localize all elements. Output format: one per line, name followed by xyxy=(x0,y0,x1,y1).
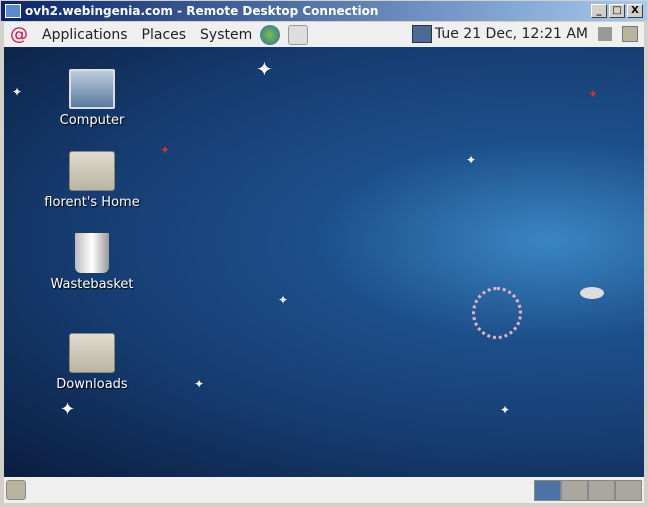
window-titlebar: ovh2.webingenia.com - Remote Desktop Con… xyxy=(0,0,648,22)
maximize-button[interactable]: □ xyxy=(609,4,625,18)
minimize-button[interactable]: _ xyxy=(591,4,607,18)
workspace-3[interactable] xyxy=(588,480,615,501)
menu-applications[interactable]: Applications xyxy=(42,27,128,43)
menu-system[interactable]: System xyxy=(200,27,252,43)
icon-label: Computer xyxy=(59,113,125,128)
web-browser-icon[interactable] xyxy=(260,24,281,45)
mail-client-icon[interactable] xyxy=(288,24,309,45)
trash-icon xyxy=(75,233,109,273)
close-button[interactable]: X xyxy=(627,4,643,18)
desktop-icon-computer[interactable]: Computer xyxy=(42,69,142,128)
remote-desktop-icon xyxy=(5,4,21,18)
icon-label: Wastebasket xyxy=(50,277,134,292)
desktop: ✦ ✦ ✦ ✦ ✦ ✦ ✦ ✦ ✦ Computer florent's Hom… xyxy=(4,47,644,477)
planet-decoration xyxy=(580,287,604,299)
show-desktop-button[interactable] xyxy=(6,480,26,500)
desktop-icon-wastebasket[interactable]: Wastebasket xyxy=(42,233,142,292)
window-title: ovh2.webingenia.com - Remote Desktop Con… xyxy=(25,4,379,18)
menu-places[interactable]: Places xyxy=(142,27,187,43)
clock[interactable]: Tue 21 Dec, 12:21 AM xyxy=(435,26,588,42)
folder-icon xyxy=(69,333,115,373)
icon-label: florent's Home xyxy=(44,195,140,210)
bottom-panel xyxy=(4,477,644,503)
show-desktop-icon[interactable] xyxy=(622,26,638,42)
top-panel: @ Applications Places System Tue 21 Dec,… xyxy=(4,22,644,47)
debian-swirl-logo xyxy=(472,287,522,339)
desktop-icon-home[interactable]: florent's Home xyxy=(42,151,142,210)
workspace-2[interactable] xyxy=(561,480,588,501)
workspace-4[interactable] xyxy=(615,480,642,501)
network-icon[interactable] xyxy=(412,25,432,43)
desktop-icon-downloads[interactable]: Downloads xyxy=(42,333,142,392)
volume-icon[interactable] xyxy=(598,27,612,41)
home-folder-icon xyxy=(69,151,115,191)
icon-label: Downloads xyxy=(56,377,128,392)
debian-logo-icon: @ xyxy=(10,24,28,45)
workspace-1[interactable] xyxy=(534,480,561,501)
computer-icon xyxy=(69,69,115,109)
